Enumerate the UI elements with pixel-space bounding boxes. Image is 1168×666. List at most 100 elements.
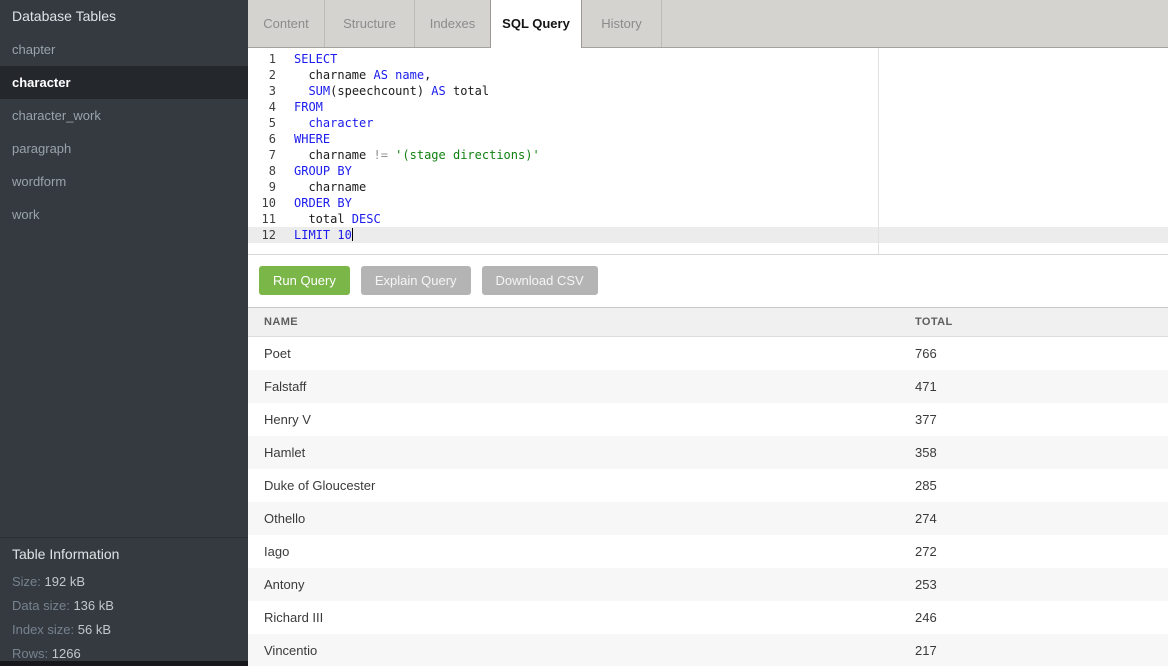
line-code: LIMIT 10 (284, 227, 1168, 243)
cell-total: 274 (915, 511, 1168, 526)
results-header-row: NAME TOTAL (248, 307, 1168, 337)
editor-line: 7 charname != '(stage directions)' (248, 147, 1168, 163)
stat-value: 192 kB (45, 574, 85, 589)
stat-label: Index size: (12, 622, 74, 637)
download-csv-button[interactable]: Download CSV (482, 266, 598, 295)
sidebar-item-chapter[interactable]: chapter (0, 33, 248, 66)
editor-line: 8 GROUP BY (248, 163, 1168, 179)
table-row[interactable]: Iago272 (248, 535, 1168, 568)
token-plain: charname (294, 68, 373, 82)
editor-divider (878, 48, 879, 254)
token-plain: (speechcount) (330, 84, 431, 98)
line-code: SUM(speechcount) AS total (284, 83, 1168, 99)
stat-label: Size: (12, 574, 41, 589)
editor-line: 9 charname (248, 179, 1168, 195)
token-plain (294, 84, 308, 98)
line-code: charname (284, 179, 1168, 195)
token-kw: FROM (294, 100, 323, 114)
table-row[interactable]: Antony253 (248, 568, 1168, 601)
line-number: 3 (248, 83, 284, 99)
tab-structure[interactable]: Structure (325, 0, 415, 47)
sidebar: Database Tables chaptercharactercharacte… (0, 0, 248, 666)
cell-total: 253 (915, 577, 1168, 592)
table-row[interactable]: Vincentio217 (248, 634, 1168, 666)
sidebar-header: Database Tables (0, 0, 248, 33)
sidebar-item-paragraph[interactable]: paragraph (0, 132, 248, 165)
sql-editor[interactable]: 1SELECT2 charname AS name,3 SUM(speechco… (248, 48, 1168, 255)
table-row[interactable]: Othello274 (248, 502, 1168, 535)
cell-total: 272 (915, 544, 1168, 559)
line-number: 6 (248, 131, 284, 147)
stat-value: 56 kB (78, 622, 111, 637)
editor-line: 10 ORDER BY (248, 195, 1168, 211)
sidebar-bottom-strip (0, 661, 248, 666)
results-table: NAME TOTAL Poet766Falstaff471Henry V377H… (248, 307, 1168, 666)
cell-name: Richard III (248, 610, 915, 625)
table-row[interactable]: Richard III246 (248, 601, 1168, 634)
token-plain: charname (294, 180, 366, 194)
table-row[interactable]: Duke of Gloucester285 (248, 469, 1168, 502)
results-body: Poet766Falstaff471Henry V377Hamlet358Duk… (248, 337, 1168, 666)
cell-name: Duke of Gloucester (248, 478, 915, 493)
cell-total: 217 (915, 643, 1168, 658)
column-header-total: TOTAL (915, 316, 1168, 328)
line-code: WHERE (284, 131, 1168, 147)
token-kw: AS (431, 84, 445, 98)
token-kw: DESC (352, 212, 381, 226)
line-code: ORDER BY (284, 195, 1168, 211)
cell-total: 766 (915, 346, 1168, 361)
sidebar-item-character[interactable]: character (0, 66, 248, 99)
line-number: 8 (248, 163, 284, 179)
cell-total: 358 (915, 445, 1168, 460)
table-info-stat: Index size: 56 kB (12, 618, 236, 642)
table-list: chaptercharactercharacter_workparagraphw… (0, 33, 248, 231)
editor-line: 5 character (248, 115, 1168, 131)
query-toolbar: Run Query Explain Query Download CSV (259, 266, 598, 295)
sidebar-item-character_work[interactable]: character_work (0, 99, 248, 132)
line-number: 12 (248, 227, 284, 243)
cell-total: 471 (915, 379, 1168, 394)
table-information-stats: Size: 192 kBData size: 136 kBIndex size:… (12, 570, 236, 666)
cell-total: 377 (915, 412, 1168, 427)
token-plain: , (424, 68, 431, 82)
line-number: 7 (248, 147, 284, 163)
sidebar-item-work[interactable]: work (0, 198, 248, 231)
cell-name: Iago (248, 544, 915, 559)
explain-query-button[interactable]: Explain Query (361, 266, 471, 295)
line-code: SELECT (284, 51, 1168, 67)
token-kw: GROUP BY (294, 164, 352, 178)
tab-sql-query[interactable]: SQL Query (490, 0, 582, 48)
table-row[interactable]: Falstaff471 (248, 370, 1168, 403)
cell-name: Antony (248, 577, 915, 592)
editor-line: 11 total DESC (248, 211, 1168, 227)
line-code: character (284, 115, 1168, 131)
stat-value: 1266 (52, 646, 81, 661)
cell-name: Hamlet (248, 445, 915, 460)
table-row[interactable]: Hamlet358 (248, 436, 1168, 469)
table-row[interactable]: Poet766 (248, 337, 1168, 370)
tab-content[interactable]: Content (248, 0, 325, 47)
editor-line: 12LIMIT 10 (248, 227, 1168, 243)
editor-line: 4 FROM (248, 99, 1168, 115)
line-number: 4 (248, 99, 284, 115)
line-number: 11 (248, 211, 284, 227)
tab-history[interactable]: History (582, 0, 662, 47)
token-kw: AS (373, 68, 387, 82)
tab-indexes[interactable]: Indexes (415, 0, 491, 47)
line-number: 5 (248, 115, 284, 131)
run-query-button[interactable]: Run Query (259, 266, 350, 295)
token-kw: name (395, 68, 424, 82)
editor-line: 1SELECT (248, 51, 1168, 67)
cell-name: Vincentio (248, 643, 915, 658)
token-str: '(stage directions)' (395, 148, 540, 162)
token-kw: SUM (308, 84, 330, 98)
table-information-title: Table Information (12, 538, 236, 570)
text-cursor (352, 228, 353, 241)
stat-value: 136 kB (73, 598, 113, 613)
table-row[interactable]: Henry V377 (248, 403, 1168, 436)
sidebar-item-wordform[interactable]: wordform (0, 165, 248, 198)
token-kw: ORDER BY (294, 196, 352, 210)
token-plain: total (446, 84, 489, 98)
editor-line: 6WHERE (248, 131, 1168, 147)
line-number: 10 (248, 195, 284, 211)
